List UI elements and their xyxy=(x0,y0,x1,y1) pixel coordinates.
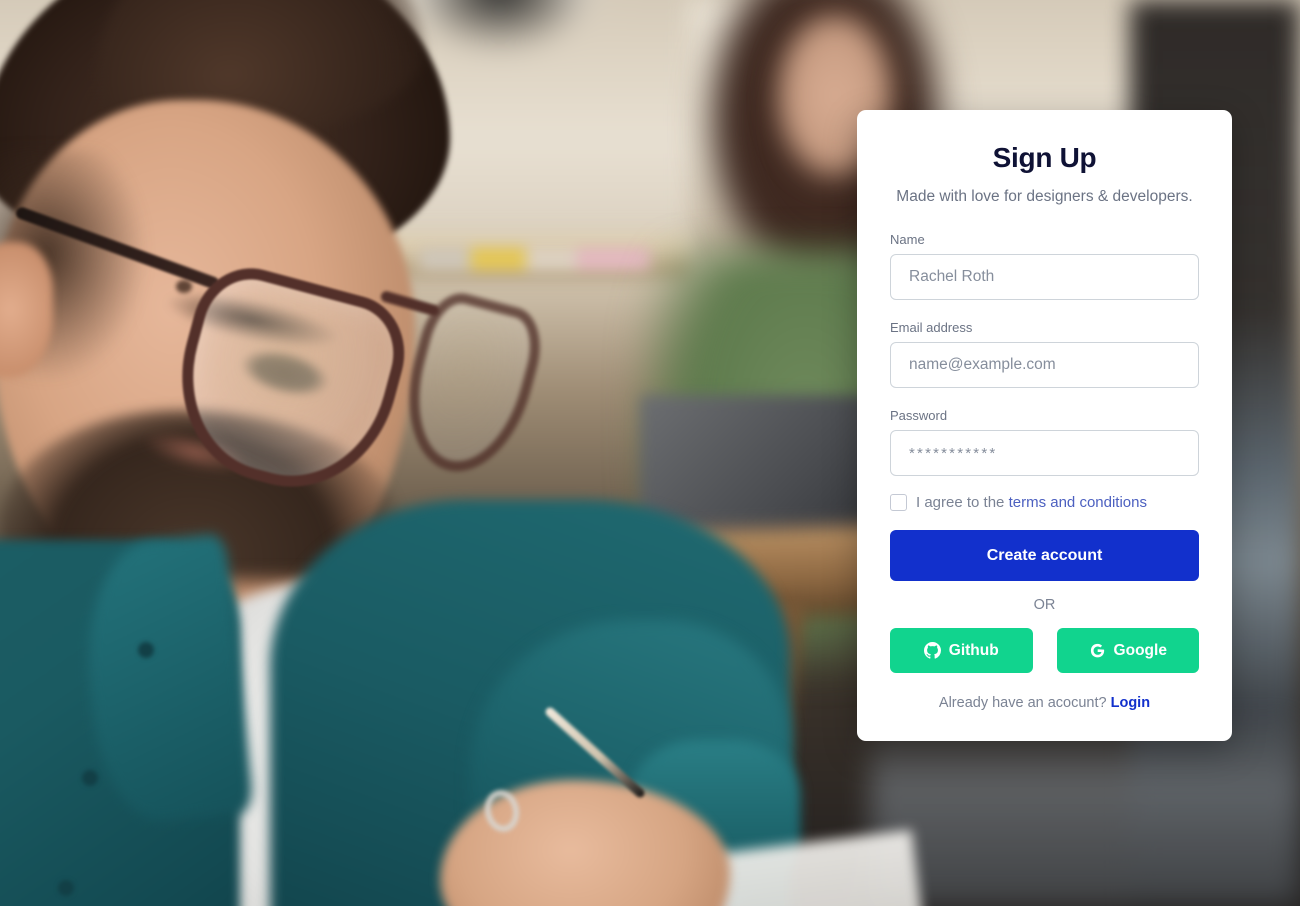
google-login-label: Google xyxy=(1113,641,1167,659)
name-field-group: Name xyxy=(890,232,1199,301)
name-field-label: Name xyxy=(890,232,925,248)
email-field-label: Email address xyxy=(890,320,973,336)
terms-checkbox[interactable] xyxy=(890,494,907,512)
create-account-button[interactable]: Create account xyxy=(890,530,1199,582)
login-prompt: Already have an acocunt? Login xyxy=(890,695,1199,711)
signup-card: Sign Up Made with love for designers & d… xyxy=(857,110,1232,742)
github-login-label: Github xyxy=(948,641,999,659)
terms-label: I agree to the terms and conditions xyxy=(916,495,1147,510)
email-field-group: Email address xyxy=(890,320,1199,389)
github-icon xyxy=(923,642,941,659)
terms-and-conditions-link[interactable]: terms and conditions xyxy=(1009,494,1147,511)
password-field-label: Password xyxy=(890,408,948,424)
login-link[interactable]: Login xyxy=(1111,695,1150,711)
page-title: Sign Up xyxy=(992,142,1097,173)
terms-prefix-text: I agree to the xyxy=(916,494,1009,512)
foreground-person xyxy=(0,0,927,906)
password-field-group: Password xyxy=(890,408,1199,477)
terms-row: I agree to the terms and conditions xyxy=(890,494,1199,512)
name-input[interactable] xyxy=(890,254,1199,301)
password-input[interactable] xyxy=(890,430,1199,477)
google-login-button[interactable]: Google xyxy=(1056,628,1199,674)
jacket-button-top xyxy=(138,642,154,658)
login-prompt-text: Already have an acocunt? xyxy=(938,695,1111,712)
social-login-row: Github Google xyxy=(890,628,1199,674)
github-login-button[interactable]: Github xyxy=(890,628,1033,674)
jacket-button-low xyxy=(58,880,74,896)
google-icon xyxy=(1089,642,1106,659)
email-input[interactable] xyxy=(890,342,1199,389)
page-subtitle: Made with love for designers & developer… xyxy=(896,188,1193,206)
person-mole xyxy=(176,280,192,293)
jacket-button-mid xyxy=(82,770,98,786)
or-divider-label: OR xyxy=(1033,597,1056,614)
